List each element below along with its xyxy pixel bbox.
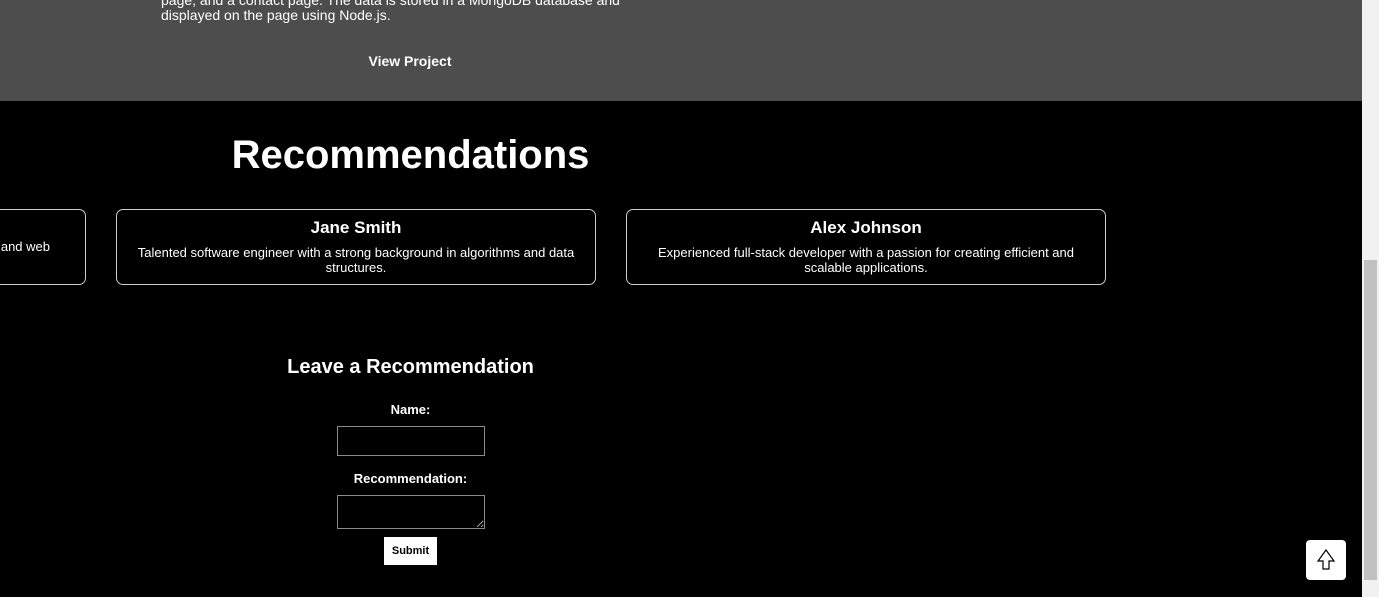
recommendation-text: Talented software engineer with a strong… xyxy=(137,245,575,275)
recommendation-card: Jane Smith Talented software engineer wi… xyxy=(116,209,596,285)
recommendation-text: and web xyxy=(0,239,50,254)
recommendation-text: Experienced full-stack developer with a … xyxy=(658,245,1074,275)
submit-button[interactable]: Submit xyxy=(384,537,437,565)
name-label: Name: xyxy=(390,402,431,417)
recommendation-label: Recommendation: xyxy=(353,471,468,486)
name-input[interactable] xyxy=(337,426,485,456)
recommendation-card: and web xyxy=(0,209,86,285)
back-to-top-button[interactable] xyxy=(1306,540,1346,580)
vertical-scrollbar[interactable] xyxy=(1362,0,1379,597)
project-description: page, and a contact page. The data is st… xyxy=(161,0,620,23)
project-section: page, and a contact page. The data is st… xyxy=(0,0,1362,101)
arrow-up-icon xyxy=(1316,549,1336,570)
recommendation-card: Alex Johnson Experienced full-stack deve… xyxy=(626,209,1106,285)
recommendation-author: Jane Smith xyxy=(310,218,402,237)
recommendation-textarea[interactable] xyxy=(337,495,485,529)
leave-recommendation-title: Leave a Recommendation xyxy=(287,356,534,378)
page: page, and a contact page. The data is st… xyxy=(0,0,1379,597)
recommendation-author: Alex Johnson xyxy=(810,218,922,237)
scrollbar-thumb[interactable] xyxy=(1364,260,1377,580)
recommendations-title: Recommendations xyxy=(231,133,590,177)
view-project-link[interactable]: View Project xyxy=(340,53,480,69)
